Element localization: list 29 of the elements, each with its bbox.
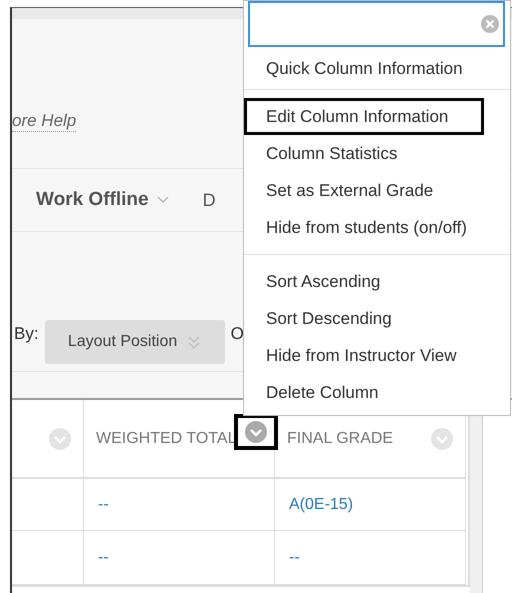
- menu-item[interactable]: Sort Descending: [244, 300, 484, 337]
- double-chevron-icon: [187, 334, 202, 350]
- column-menu-button[interactable]: [234, 414, 278, 450]
- menu-item[interactable]: Column Statistics: [244, 135, 484, 172]
- menu-item[interactable]: Delete Column: [244, 374, 484, 411]
- grade-link[interactable]: A(0E-15): [289, 496, 354, 514]
- search-field[interactable]: [248, 1, 505, 47]
- chevron-down-icon: [156, 196, 169, 204]
- toolbar-item[interactable]: D: [202, 190, 216, 210]
- menu-item[interactable]: Set as External Grade: [244, 172, 484, 209]
- sort-bar-item: O: [230, 324, 244, 344]
- menu-item[interactable]: Quick Column Information: [244, 50, 484, 87]
- column-title: WEIGHTED TOTAL: [96, 428, 236, 448]
- more-help-link[interactable]: ore Help: [12, 111, 76, 132]
- sort-by-label: By:: [14, 324, 39, 344]
- menu-item[interactable]: Sort Ascending: [244, 263, 484, 300]
- work-offline-menu[interactable]: Work Offline: [36, 189, 169, 211]
- sort-select[interactable]: Layout Position: [44, 320, 225, 364]
- column-title: FINAL GRADE: [287, 428, 394, 448]
- chevron-down-icon: [49, 428, 71, 450]
- chevron-down-icon: [431, 428, 453, 450]
- menu-item[interactable]: Hide from Instructor View: [244, 337, 484, 374]
- chevron-down-icon: [245, 421, 267, 443]
- grade-link[interactable]: --: [289, 548, 300, 566]
- grade-link[interactable]: --: [98, 548, 109, 566]
- menu-item[interactable]: Edit Column Information: [244, 98, 484, 135]
- menu-item[interactable]: Hide from students (on/off): [244, 209, 484, 246]
- clear-icon[interactable]: [481, 15, 499, 33]
- grade-link[interactable]: --: [98, 496, 109, 514]
